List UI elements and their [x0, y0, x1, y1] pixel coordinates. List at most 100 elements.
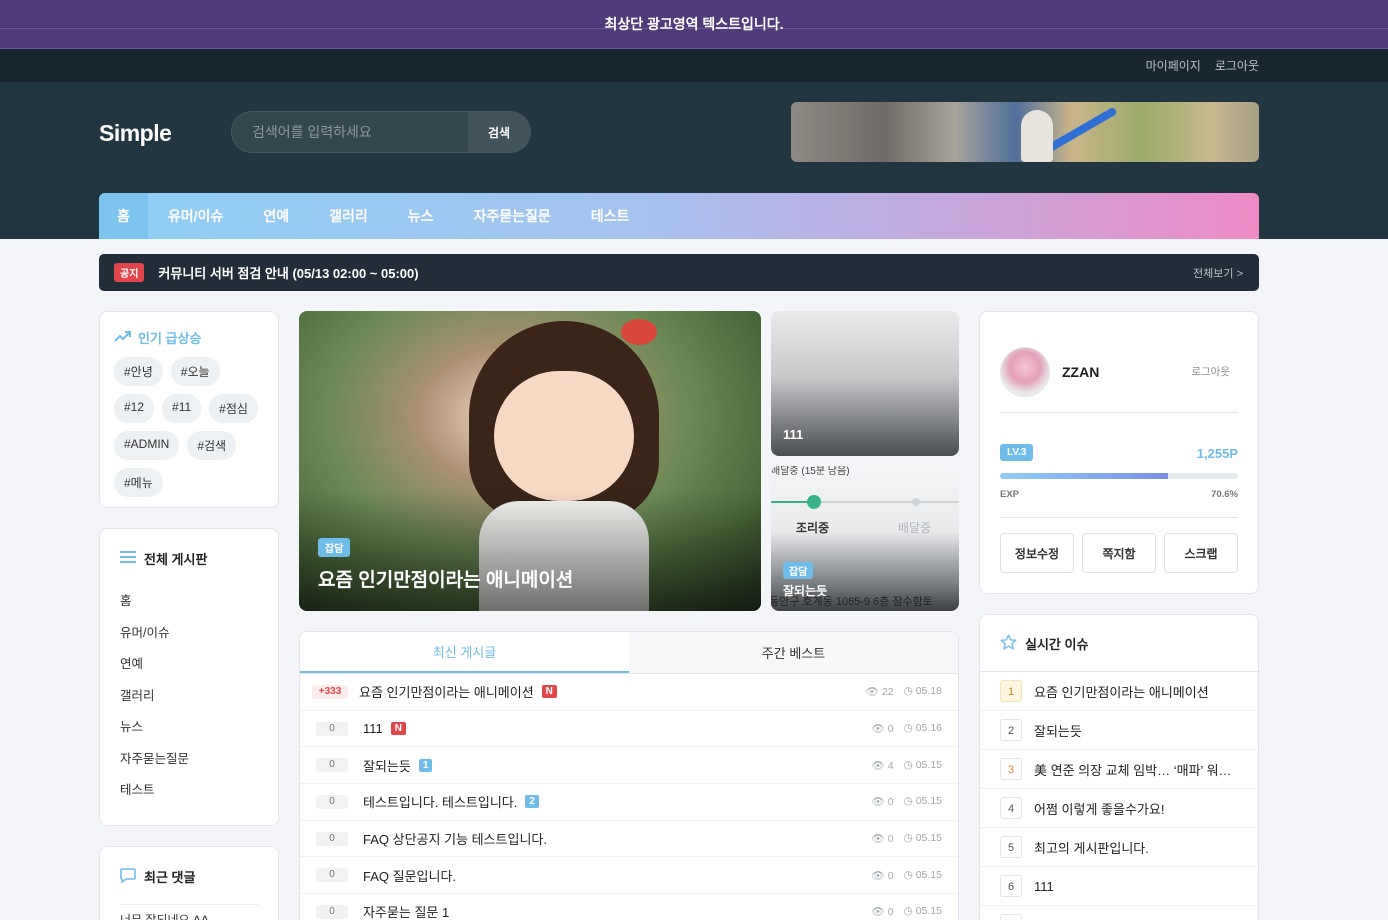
live-issue-title[interactable]: 어쩜 이렇게 좋을수가요!: [1034, 799, 1164, 818]
date-meta: ◷ 05.15: [904, 759, 942, 772]
board-link-humor[interactable]: 유머/이슈: [120, 618, 258, 650]
live-issue-item[interactable]: 6 111: [980, 867, 1258, 906]
live-issue-title[interactable]: 잘되는듯: [1034, 721, 1082, 740]
post-vote-count: 0: [316, 758, 348, 773]
points-value: 1,255P: [1196, 446, 1238, 461]
featured-side-title[interactable]: 111: [783, 427, 803, 442]
live-issue-item[interactable]: 7 테스트입니다. 테스트입니다.: [980, 906, 1258, 920]
tag-item[interactable]: #12: [114, 394, 155, 423]
post-title[interactable]: FAQ 상단공지 기능 테스트입니다.: [363, 829, 547, 848]
tag-item[interactable]: #점심: [209, 394, 258, 423]
notice-more-link[interactable]: 전체보기 >: [1193, 265, 1243, 281]
nav-item-humor[interactable]: 유머/이슈: [148, 193, 243, 239]
recent-comment-item[interactable]: 너무 잘되네요 AA: [120, 904, 258, 920]
featured-title[interactable]: 요즘 인기만점이라는 애니메이션: [318, 565, 573, 592]
nav-item-faq[interactable]: 자주묻는질문: [453, 193, 570, 239]
live-issue-item[interactable]: 2 잘되는듯: [980, 711, 1258, 750]
date-meta: ◷ 05.15: [904, 869, 942, 882]
post-date: 05.15: [915, 905, 942, 918]
eye-icon: 👁︎: [871, 796, 885, 809]
post-row[interactable]: 0 잘되는듯 1 👁︎ 4 ◷ 05.15: [300, 747, 958, 785]
tag-item[interactable]: #11: [162, 394, 202, 423]
featured-side-card-1[interactable]: 111: [771, 311, 959, 456]
featured-category-badge: 잡담: [318, 538, 351, 557]
post-title[interactable]: 요즘 인기만점이라는 애니메이션: [359, 682, 534, 701]
avatar[interactable]: [1000, 347, 1050, 397]
featured-main-card[interactable]: 잡담 요즘 인기만점이라는 애니메이션: [299, 311, 761, 611]
live-issue-title[interactable]: 테스트입니다. 테스트입니다.: [1034, 916, 1188, 920]
post-title[interactable]: 111: [363, 721, 383, 736]
tab-weekly-best[interactable]: 주간 베스트: [629, 632, 958, 673]
tag-item[interactable]: #안녕: [114, 357, 163, 386]
live-issue-item[interactable]: 1 요즘 인기만점이라는 애니메이션: [980, 672, 1258, 711]
notice-text[interactable]: 커뮤니티 서버 점검 안내 (05/13 02:00 ~ 05:00): [158, 263, 418, 282]
featured-overlay: [299, 491, 761, 611]
level-badge: LV.3: [1000, 444, 1034, 461]
board-link-home[interactable]: 홈: [120, 586, 258, 618]
site-logo[interactable]: Simple: [99, 120, 172, 147]
exp-label: EXP: [1000, 489, 1020, 500]
nav-item-gallery[interactable]: 갤러리: [309, 193, 388, 239]
star-icon: [1000, 633, 1017, 653]
top-ad-banner[interactable]: 최상단 광고영역 텍스트입니다.: [0, 0, 1388, 49]
live-issue-item[interactable]: 4 어쩜 이렇게 좋을수가요!: [980, 789, 1258, 828]
live-issue-item[interactable]: 3 美 연준 의장 교체 임박… ‘매파’ 워시 지명설: [980, 750, 1258, 789]
nav-item-test[interactable]: 테스트: [571, 193, 650, 239]
exp-progress-bar: [1000, 473, 1238, 479]
tag-item[interactable]: #검색: [187, 431, 237, 460]
live-issue-title[interactable]: 최고의 게시판입니다.: [1034, 838, 1149, 857]
post-title[interactable]: 잘되는듯: [363, 756, 411, 775]
rank-number: 6: [1000, 875, 1022, 897]
post-row[interactable]: 0 자주묻는 질문 1 👁︎ 0 ◷ 05.15: [300, 894, 958, 920]
rank-number: 7: [1000, 914, 1022, 920]
post-title[interactable]: 테스트입니다. 테스트입니다.: [363, 792, 517, 811]
profile-logout-link[interactable]: 로그아웃: [1191, 364, 1230, 379]
tab-latest[interactable]: 최신 게시글: [300, 632, 629, 673]
post-views: 4: [887, 759, 894, 772]
mypage-link[interactable]: 마이페이지: [1146, 57, 1201, 74]
board-link-gallery[interactable]: 갤러리: [120, 681, 258, 713]
board-link-faq[interactable]: 자주묻는질문: [120, 744, 258, 776]
board-link-news[interactable]: 뉴스: [120, 712, 258, 744]
post-row[interactable]: 0 FAQ 상단공지 기능 테스트입니다. 👁︎ 0 ◷ 05.15: [300, 821, 958, 858]
post-title[interactable]: FAQ 질문입니다.: [363, 866, 456, 885]
edit-profile-button[interactable]: 정보수정: [1000, 533, 1074, 573]
scrap-button[interactable]: 스크랩: [1164, 533, 1238, 573]
post-row[interactable]: +333 요즘 인기만점이라는 애니메이션 N 👁︎ 22 ◷ 05.18: [300, 674, 958, 711]
live-issue-title[interactable]: 美 연준 의장 교체 임박… ‘매파’ 워시 지명설: [1034, 760, 1239, 779]
post-row[interactable]: 0 111 N 👁︎ 0 ◷ 05.16: [300, 711, 958, 748]
nav-item-entertainment[interactable]: 연예: [243, 193, 309, 239]
live-issue-title[interactable]: 요즘 인기만점이라는 애니메이션: [1034, 682, 1209, 701]
notice-bar[interactable]: 공지 커뮤니티 서버 점검 안내 (05/13 02:00 ~ 05:00) 전…: [99, 254, 1259, 291]
header-banner-image[interactable]: [791, 102, 1259, 162]
post-meta: 👁︎ 4 ◷ 05.15: [872, 759, 942, 772]
rank-number: 4: [1000, 797, 1022, 819]
profile-buttons: 정보수정 쪽지함 스크랩: [1000, 533, 1238, 573]
post-vote-count: +333: [312, 684, 348, 699]
post-title[interactable]: 자주묻는 질문 1: [363, 902, 449, 920]
board-link-entertainment[interactable]: 연예: [120, 649, 258, 681]
nav-item-home[interactable]: 홈: [99, 193, 148, 239]
post-row[interactable]: 0 테스트입니다. 테스트입니다. 2 👁︎ 0 ◷ 05.15: [300, 784, 958, 821]
profile-panel: ZZAN 로그아웃 LV.3 1,255P EXP 70.6% 정보수정 쪽지함…: [979, 311, 1259, 594]
search-input[interactable]: [232, 112, 468, 152]
post-meta: 👁︎ 22 ◷ 05.18: [866, 685, 942, 698]
posts-panel: 최신 게시글 주간 베스트 +333 요즘 인기만점이라는 애니메이션 N 👁︎ 22…: [299, 631, 959, 920]
nav-item-news[interactable]: 뉴스: [388, 193, 454, 239]
post-row[interactable]: 0 FAQ 질문입니다. 👁︎ 0 ◷ 05.15: [300, 857, 958, 895]
site-header: Simple 검색 홈 유머/이슈 연예 갤러리 뉴스 자주묻는질문 테스트: [0, 82, 1388, 239]
tag-item[interactable]: #ADMIN: [114, 431, 180, 460]
logout-link[interactable]: 로그아웃: [1215, 57, 1259, 74]
menu-icon: [120, 551, 136, 566]
featured-side-card-2[interactable]: 배달중 (15분 남음) 조리중 배달중 잡담 잘되는듯 동안구 호계동 106…: [771, 466, 959, 611]
board-link-test[interactable]: 테스트: [120, 775, 258, 807]
live-issue-title[interactable]: 111: [1034, 879, 1054, 894]
live-issue-item[interactable]: 5 최고의 게시판입니다.: [980, 828, 1258, 867]
search-button[interactable]: 검색: [468, 112, 530, 152]
tag-item[interactable]: #오늘: [170, 357, 220, 386]
tag-item[interactable]: #메뉴: [114, 468, 163, 497]
messages-button[interactable]: 쪽지함: [1082, 533, 1156, 573]
boards-title: 전체 게시판: [144, 552, 208, 567]
all-boards-panel: 전체 게시판 홈 유머/이슈 연예 갤러리 뉴스 자주묻는질문 테스트: [99, 528, 279, 826]
post-vote-count: 0: [316, 794, 348, 809]
